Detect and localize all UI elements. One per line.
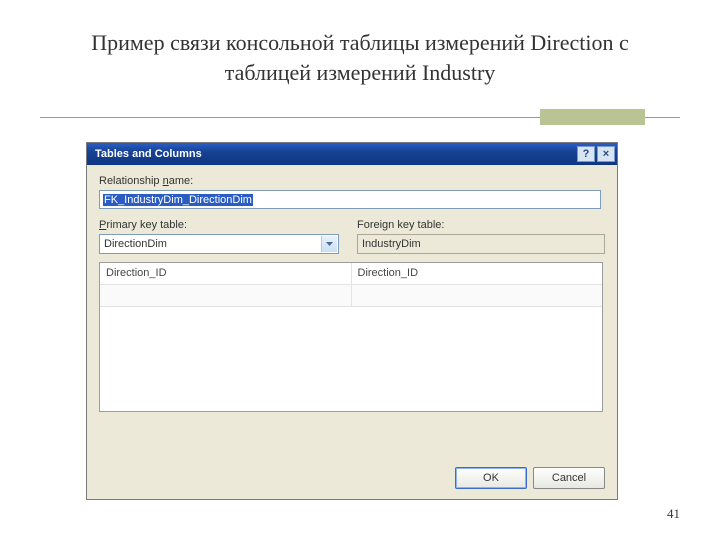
primary-key-select[interactable]: DirectionDim [99,234,339,254]
foreign-key-value: IndustryDim [362,238,421,250]
close-button[interactable]: × [597,146,615,162]
grid-cell-fk[interactable]: Direction_ID [352,263,603,284]
foreign-key-label: Foreign key table: [357,219,605,231]
relationship-name-label: Relationship name: [99,175,605,187]
page-number: 41 [667,506,680,522]
ok-button[interactable]: OK [455,467,527,489]
help-button[interactable]: ? [577,146,595,162]
foreign-key-field: IndustryDim [357,234,605,254]
relationship-name-row: Relationship name: FK_IndustryDim_Direct… [99,175,605,209]
dialog-titlebar[interactable]: Tables and Columns ? × [87,143,617,165]
primary-key-label: Primary key table: [99,219,343,231]
grid-cell-fk[interactable] [352,285,603,306]
primary-key-col: Primary key table: DirectionDim [99,219,343,254]
dialog-buttons: OK Cancel [455,467,605,489]
accent-row [0,109,720,129]
key-tables-row: Primary key table: DirectionDim Foreign … [99,219,605,254]
columns-grid[interactable]: Direction_ID Direction_ID [99,262,603,412]
tables-and-columns-dialog: Tables and Columns ? × Relationship name… [86,142,618,500]
grid-row[interactable]: Direction_ID Direction_ID [100,263,602,285]
dialog-body: Relationship name: FK_IndustryDim_Direct… [87,165,617,412]
foreign-key-col: Foreign key table: IndustryDim [357,219,605,254]
slide-title: Пример связи консольной таблицы измерени… [0,0,720,87]
accent-block [540,109,645,125]
relationship-name-value: FK_IndustryDim_DirectionDim [103,194,253,206]
cancel-button[interactable]: Cancel [533,467,605,489]
dropdown-arrow-icon[interactable] [321,236,337,252]
grid-cell-pk[interactable]: Direction_ID [100,263,352,284]
grid-row[interactable] [100,285,602,307]
dialog-title: Tables and Columns [95,148,202,160]
primary-key-value: DirectionDim [104,238,167,250]
grid-cell-pk[interactable] [100,285,352,306]
relationship-name-input[interactable]: FK_IndustryDim_DirectionDim [99,190,601,209]
